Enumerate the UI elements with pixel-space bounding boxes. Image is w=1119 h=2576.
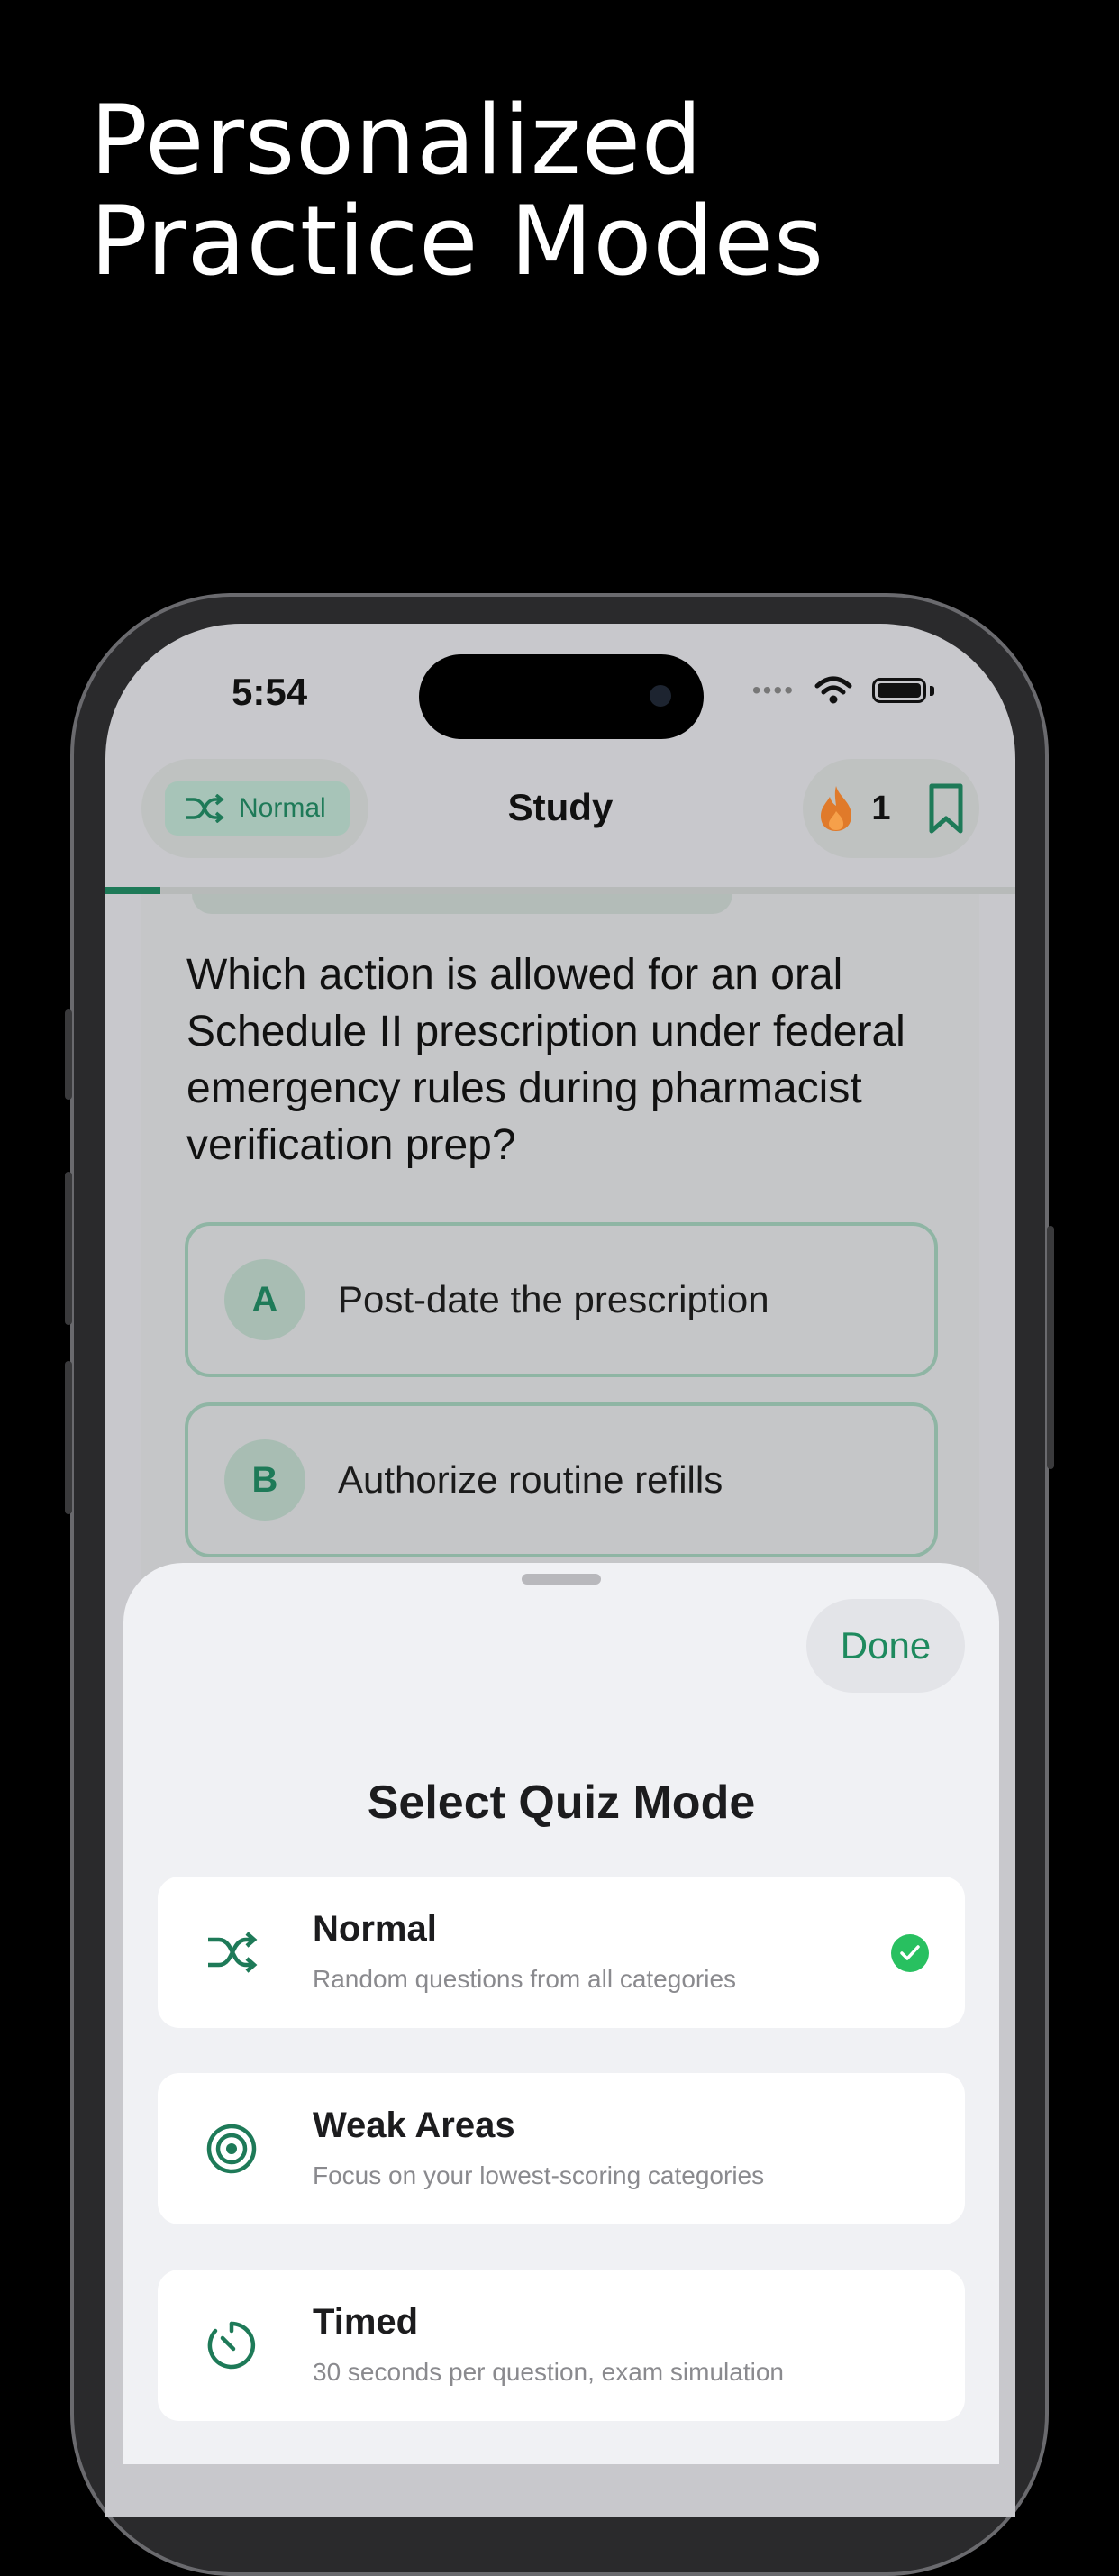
- quiz-mode-sheet: Done Select Quiz Mode Normal Random ques…: [123, 1563, 999, 2464]
- mode-name: Timed: [313, 2302, 419, 2342]
- battery-icon: [872, 678, 926, 703]
- nav-right-group: 1: [803, 759, 979, 858]
- streak-count: 1: [871, 789, 891, 827]
- mode-name: Normal: [313, 1909, 437, 1949]
- dynamic-island: [419, 654, 704, 739]
- timer-icon: [207, 2321, 256, 2370]
- checkmark-icon: [891, 1934, 929, 1972]
- done-button[interactable]: Done: [806, 1599, 965, 1693]
- phone-mute-switch: [65, 1009, 72, 1100]
- sheet-grabber[interactable]: [522, 1574, 601, 1585]
- mode-description: 30 seconds per question, exam simulation: [313, 2358, 784, 2386]
- promo-headline-line1: Personalized: [90, 85, 704, 196]
- mode-name: Weak Areas: [313, 2106, 515, 2145]
- mode-option-normal[interactable]: Normal Random questions from all categor…: [158, 1877, 965, 2028]
- nav-bar: Normal Study 1: [105, 759, 1015, 876]
- promo-headline: Personalized Practice Modes: [90, 90, 824, 292]
- promo-headline-line2: Practice Modes: [90, 186, 825, 297]
- option-text: Post-date the prescription: [338, 1278, 769, 1320]
- question-text: Which action is allowed for an oral Sche…: [186, 951, 905, 1169]
- flame-icon[interactable]: [817, 784, 855, 833]
- option-text: Authorize routine refills: [338, 1458, 723, 1501]
- mode-description: Random questions from all categories: [313, 1965, 737, 1993]
- answer-option-b[interactable]: B Authorize routine refills: [185, 1402, 938, 1557]
- phone-volume-down: [65, 1361, 72, 1514]
- progress-bar: [105, 887, 1015, 894]
- mode-description: Focus on your lowest-scoring categories: [313, 2161, 765, 2189]
- battery-cap: [930, 685, 934, 696]
- status-time: 5:54: [232, 671, 308, 713]
- option-letter-badge: B: [224, 1439, 305, 1521]
- phone-volume-up: [65, 1172, 72, 1325]
- progress-fill: [105, 887, 160, 894]
- wifi-icon: [814, 676, 852, 704]
- mode-option-timed[interactable]: Timed 30 seconds per question, exam simu…: [158, 2270, 965, 2421]
- shuffle-icon: [208, 1932, 258, 1973]
- question-card-tab: [192, 894, 732, 914]
- phone-power-button: [1047, 1226, 1054, 1469]
- camera-icon: [650, 685, 671, 707]
- signal-dots-icon: ••••: [751, 676, 795, 704]
- answer-option-a[interactable]: A Post-date the prescription: [185, 1222, 938, 1377]
- target-icon: [206, 2124, 257, 2174]
- mode-option-weak-areas[interactable]: Weak Areas Focus on your lowest-scoring …: [158, 2073, 965, 2224]
- sheet-title: Select Quiz Mode: [367, 1777, 756, 1829]
- option-letter-badge: A: [224, 1259, 305, 1340]
- bookmark-icon[interactable]: [927, 782, 965, 835]
- status-icons: ••••: [752, 676, 934, 705]
